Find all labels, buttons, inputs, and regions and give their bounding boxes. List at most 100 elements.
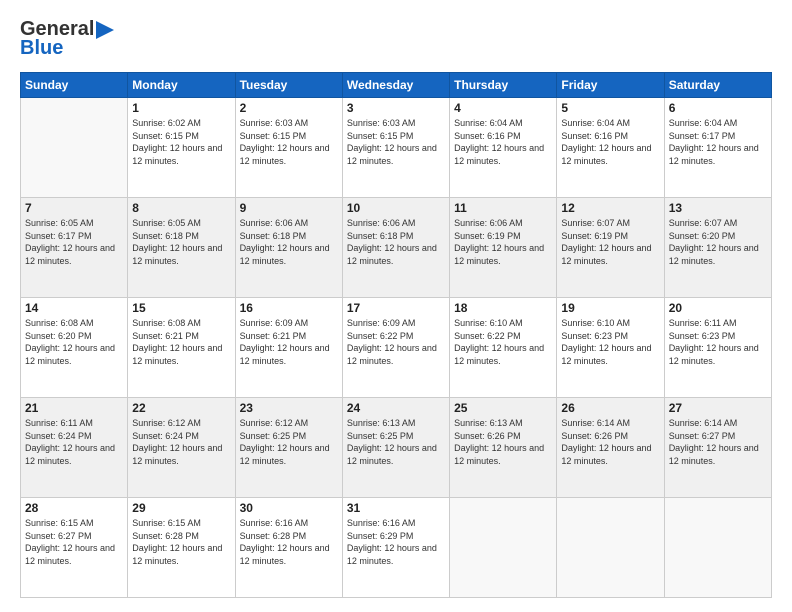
day-info: Sunrise: 6:08 AMSunset: 6:20 PMDaylight:…	[25, 317, 123, 367]
day-info: Sunrise: 6:04 AMSunset: 6:16 PMDaylight:…	[454, 117, 552, 167]
day-number: 1	[132, 101, 230, 115]
calendar-cell: 3Sunrise: 6:03 AMSunset: 6:15 PMDaylight…	[342, 98, 449, 198]
day-number: 12	[561, 201, 659, 215]
calendar-cell: 7Sunrise: 6:05 AMSunset: 6:17 PMDaylight…	[21, 198, 128, 298]
calendar-cell: 4Sunrise: 6:04 AMSunset: 6:16 PMDaylight…	[450, 98, 557, 198]
calendar-cell	[664, 498, 771, 598]
day-info: Sunrise: 6:14 AMSunset: 6:26 PMDaylight:…	[561, 417, 659, 467]
calendar-cell	[450, 498, 557, 598]
calendar-cell: 25 Sunrise: 6:13 AMSunset: 6:26 PMDayligh…	[450, 398, 557, 498]
day-number: 17	[347, 301, 445, 315]
day-number: 14	[25, 301, 123, 315]
calendar-cell: 17Sunrise: 6:09 AMSunset: 6:22 PMDayligh…	[342, 298, 449, 398]
calendar-cell	[557, 498, 664, 598]
day-number: 26	[561, 401, 659, 415]
day-number: 27	[669, 401, 767, 415]
day-number: 10	[347, 201, 445, 215]
weekday-header-wednesday: Wednesday	[342, 73, 449, 98]
calendar-cell: 18 Sunrise: 6:10 AMSunset: 6:22 PMDayligh…	[450, 298, 557, 398]
calendar-cell: 30Sunrise: 6:16 AMSunset: 6:28 PMDayligh…	[235, 498, 342, 598]
day-info: Sunrise: 6:05 AMSunset: 6:18 PMDaylight:…	[132, 217, 230, 267]
calendar-week-row: 1 Sunrise: 6:02 AMSunset: 6:15 PMDaylight…	[21, 98, 772, 198]
day-number: 18	[454, 301, 552, 315]
calendar-week-row: 7Sunrise: 6:05 AMSunset: 6:17 PMDaylight…	[21, 198, 772, 298]
calendar-cell: 5 Sunrise: 6:04 AMSunset: 6:16 PMDaylight…	[557, 98, 664, 198]
day-info: Sunrise: 6:06 AMSunset: 6:18 PMDaylight:…	[347, 217, 445, 267]
day-info: Sunrise: 6:10 AMSunset: 6:22 PMDaylight:…	[454, 317, 552, 367]
day-number: 6	[669, 101, 767, 115]
day-info: Sunrise: 6:11 AMSunset: 6:23 PMDaylight:…	[669, 317, 767, 367]
weekday-header-tuesday: Tuesday	[235, 73, 342, 98]
calendar-cell: 22Sunrise: 6:12 AMSunset: 6:24 PMDayligh…	[128, 398, 235, 498]
day-number: 5	[561, 101, 659, 115]
calendar-cell: 1 Sunrise: 6:02 AMSunset: 6:15 PMDaylight…	[128, 98, 235, 198]
day-info: Sunrise: 6:16 AMSunset: 6:29 PMDaylight:…	[347, 517, 445, 567]
day-info: Sunrise: 6:04 AMSunset: 6:17 PMDaylight:…	[669, 117, 767, 167]
day-info: Sunrise: 6:13 AMSunset: 6:26 PMDaylight:…	[454, 417, 552, 467]
calendar-cell: 9Sunrise: 6:06 AMSunset: 6:18 PMDaylight…	[235, 198, 342, 298]
day-info: Sunrise: 6:15 AMSunset: 6:27 PMDaylight:…	[25, 517, 123, 567]
day-info: Sunrise: 6:09 AMSunset: 6:21 PMDaylight:…	[240, 317, 338, 367]
calendar-week-row: 28 Sunrise: 6:15 AMSunset: 6:27 PMDayligh…	[21, 498, 772, 598]
day-number: 21	[25, 401, 123, 415]
calendar-cell: 29Sunrise: 6:15 AMSunset: 6:28 PMDayligh…	[128, 498, 235, 598]
day-number: 19	[561, 301, 659, 315]
calendar-cell: 10 Sunrise: 6:06 AMSunset: 6:18 PMDayligh…	[342, 198, 449, 298]
day-info: Sunrise: 6:03 AMSunset: 6:15 PMDaylight:…	[240, 117, 338, 167]
weekday-header-friday: Friday	[557, 73, 664, 98]
day-info: Sunrise: 6:14 AMSunset: 6:27 PMDaylight:…	[669, 417, 767, 467]
day-info: Sunrise: 6:03 AMSunset: 6:15 PMDaylight:…	[347, 117, 445, 167]
day-number: 16	[240, 301, 338, 315]
calendar-cell: 12 Sunrise: 6:07 AMSunset: 6:19 PMDayligh…	[557, 198, 664, 298]
calendar-cell: 13Sunrise: 6:07 AMSunset: 6:20 PMDayligh…	[664, 198, 771, 298]
day-number: 30	[240, 501, 338, 515]
calendar-cell: 28 Sunrise: 6:15 AMSunset: 6:27 PMDayligh…	[21, 498, 128, 598]
calendar-cell	[21, 98, 128, 198]
calendar-cell: 14 Sunrise: 6:08 AMSunset: 6:20 PMDayligh…	[21, 298, 128, 398]
day-number: 28	[25, 501, 123, 515]
calendar-cell: 27 Sunrise: 6:14 AMSunset: 6:27 PMDayligh…	[664, 398, 771, 498]
weekday-header-sunday: Sunday	[21, 73, 128, 98]
logo-triangle-icon	[96, 21, 114, 39]
day-number: 25	[454, 401, 552, 415]
calendar-cell: 16 Sunrise: 6:09 AMSunset: 6:21 PMDayligh…	[235, 298, 342, 398]
calendar-cell: 23 Sunrise: 6:12 AMSunset: 6:25 PMDayligh…	[235, 398, 342, 498]
day-info: Sunrise: 6:11 AMSunset: 6:24 PMDaylight:…	[25, 417, 123, 467]
calendar-cell: 31Sunrise: 6:16 AMSunset: 6:29 PMDayligh…	[342, 498, 449, 598]
calendar-cell: 19Sunrise: 6:10 AMSunset: 6:23 PMDayligh…	[557, 298, 664, 398]
calendar-table: SundayMondayTuesdayWednesdayThursdayFrid…	[20, 72, 772, 598]
header: General Blue	[20, 18, 772, 60]
day-number: 20	[669, 301, 767, 315]
day-info: Sunrise: 6:06 AMSunset: 6:19 PMDaylight:…	[454, 217, 552, 267]
calendar-cell: 26 Sunrise: 6:14 AMSunset: 6:26 PMDayligh…	[557, 398, 664, 498]
logo-blue-text: Blue	[20, 37, 63, 60]
calendar-cell: 6 Sunrise: 6:04 AMSunset: 6:17 PMDaylight…	[664, 98, 771, 198]
weekday-header-saturday: Saturday	[664, 73, 771, 98]
day-number: 13	[669, 201, 767, 215]
calendar-cell: 11Sunrise: 6:06 AMSunset: 6:19 PMDayligh…	[450, 198, 557, 298]
calendar-cell: 24 Sunrise: 6:13 AMSunset: 6:25 PMDayligh…	[342, 398, 449, 498]
day-info: Sunrise: 6:13 AMSunset: 6:25 PMDaylight:…	[347, 417, 445, 467]
calendar-week-row: 21 Sunrise: 6:11 AMSunset: 6:24 PMDayligh…	[21, 398, 772, 498]
day-number: 23	[240, 401, 338, 415]
calendar-cell: 2 Sunrise: 6:03 AMSunset: 6:15 PMDaylight…	[235, 98, 342, 198]
day-number: 24	[347, 401, 445, 415]
day-info: Sunrise: 6:04 AMSunset: 6:16 PMDaylight:…	[561, 117, 659, 167]
day-info: Sunrise: 6:12 AMSunset: 6:24 PMDaylight:…	[132, 417, 230, 467]
day-number: 9	[240, 201, 338, 215]
day-info: Sunrise: 6:07 AMSunset: 6:19 PMDaylight:…	[561, 217, 659, 267]
calendar-week-row: 14 Sunrise: 6:08 AMSunset: 6:20 PMDayligh…	[21, 298, 772, 398]
day-number: 15	[132, 301, 230, 315]
calendar-cell: 15 Sunrise: 6:08 AMSunset: 6:21 PMDayligh…	[128, 298, 235, 398]
logo: General Blue	[20, 18, 114, 60]
page: General Blue SundayMondayTuesdayWednesda…	[0, 0, 792, 612]
day-info: Sunrise: 6:02 AMSunset: 6:15 PMDaylight:…	[132, 117, 230, 167]
day-info: Sunrise: 6:08 AMSunset: 6:21 PMDaylight:…	[132, 317, 230, 367]
day-number: 2	[240, 101, 338, 115]
day-info: Sunrise: 6:05 AMSunset: 6:17 PMDaylight:…	[25, 217, 123, 267]
weekday-header-monday: Monday	[128, 73, 235, 98]
calendar-cell: 20 Sunrise: 6:11 AMSunset: 6:23 PMDayligh…	[664, 298, 771, 398]
weekday-header-thursday: Thursday	[450, 73, 557, 98]
day-info: Sunrise: 6:12 AMSunset: 6:25 PMDaylight:…	[240, 417, 338, 467]
weekday-header-row: SundayMondayTuesdayWednesdayThursdayFrid…	[21, 73, 772, 98]
